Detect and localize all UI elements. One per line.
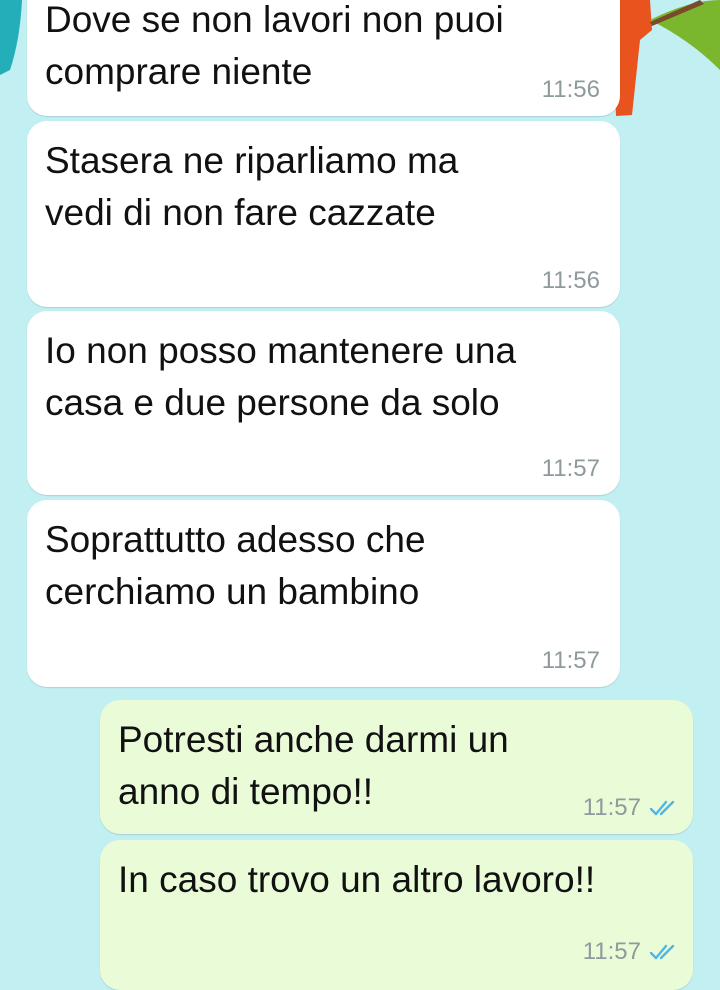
message-meta: 11:57 xyxy=(583,938,679,966)
incoming-message-bubble[interactable]: Io non posso mantenere una casa e due pe… xyxy=(27,311,620,495)
message-text: In caso trovo un altro lavoro!! xyxy=(118,859,596,900)
outgoing-message-bubble[interactable]: Potresti anche darmi un anno di tempo!! … xyxy=(100,700,693,834)
double-check-icon xyxy=(649,800,675,816)
message-text: Potresti anche darmi un anno di tempo!! xyxy=(118,719,509,812)
message-meta: 11:56 xyxy=(542,267,600,295)
message-meta: 11:57 xyxy=(583,794,679,822)
incoming-message-bubble[interactable]: Dove se non lavori non puoi comprare nie… xyxy=(27,0,620,116)
incoming-message-bubble[interactable]: Soprattutto adesso che cerchiamo un bamb… xyxy=(27,500,620,687)
message-timestamp: 11:57 xyxy=(582,794,641,821)
wallpaper-teal-shape xyxy=(0,0,22,75)
message-timestamp: 11:56 xyxy=(541,76,600,103)
message-text: Io non posso mantenere una casa e due pe… xyxy=(45,330,517,423)
message-text: Soprattutto adesso che cerchiamo un bamb… xyxy=(45,519,426,612)
message-timestamp: 11:57 xyxy=(541,455,600,482)
message-timestamp: 11:56 xyxy=(541,267,600,294)
double-check-icon xyxy=(649,944,675,960)
message-timestamp: 11:57 xyxy=(582,938,641,965)
incoming-message-bubble[interactable]: Stasera ne riparliamo ma vedi di non far… xyxy=(27,121,620,307)
message-text: Stasera ne riparliamo ma vedi di non far… xyxy=(45,140,459,233)
message-meta: 11:57 xyxy=(542,647,600,675)
message-meta: 11:57 xyxy=(542,455,600,483)
message-timestamp: 11:57 xyxy=(541,647,600,674)
message-text: Dove se non lavori non puoi comprare nie… xyxy=(45,0,504,92)
message-meta: 11:56 xyxy=(542,76,600,104)
